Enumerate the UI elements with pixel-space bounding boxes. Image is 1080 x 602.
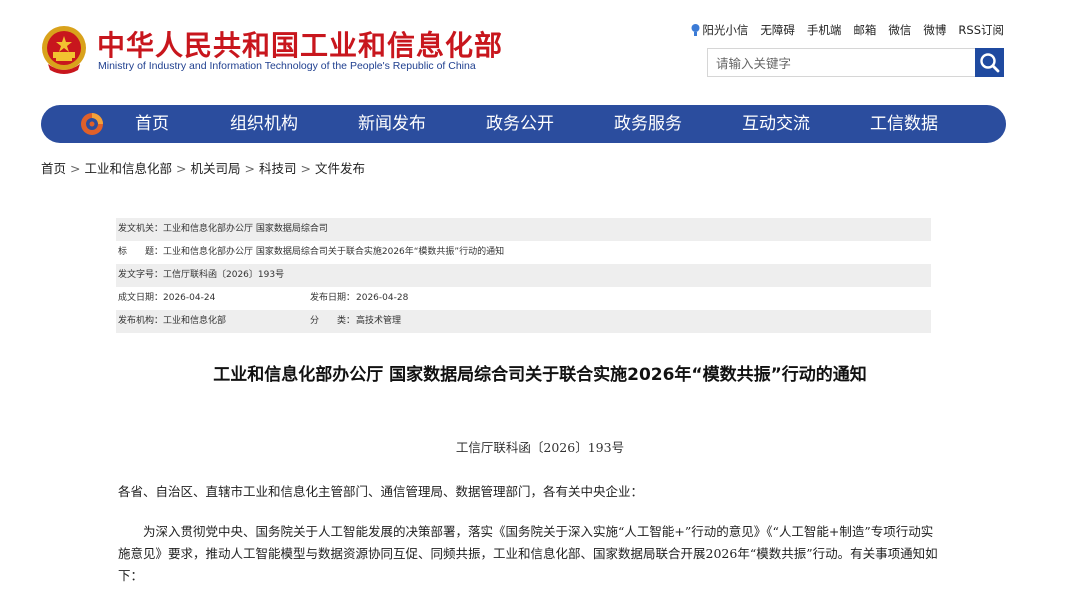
chevron-right-icon: > bbox=[300, 161, 311, 176]
info-value: 工业和信息化部办公厅 国家数据局综合司 bbox=[163, 224, 328, 234]
chevron-right-icon: > bbox=[176, 161, 187, 176]
article-salutation: 各省、自治区、直辖市工业和信息化主管部门、通信管理局、数据管理部门，各有关中央企… bbox=[118, 484, 644, 499]
chevron-right-icon: > bbox=[70, 161, 81, 176]
search-button[interactable] bbox=[975, 48, 1004, 77]
nav-news[interactable]: 新闻发布 bbox=[358, 105, 426, 143]
info-row-dates: 成文日期： 2026-04-24 发布日期： 2026-04-28 bbox=[116, 287, 931, 310]
toplink-mail[interactable]: 邮箱 bbox=[853, 22, 876, 38]
toplink-label: 阳光小信 bbox=[702, 23, 749, 37]
toplink-mobile[interactable]: 手机端 bbox=[807, 22, 842, 38]
search-icon bbox=[980, 53, 1000, 73]
toplink-weibo[interactable]: 微博 bbox=[923, 22, 946, 38]
info-label: 发布机构： bbox=[118, 316, 164, 326]
search-box bbox=[707, 48, 1004, 78]
info-label: 发布日期： bbox=[310, 293, 356, 303]
nav-data[interactable]: 工信数据 bbox=[870, 105, 938, 143]
article-paragraph: 为深入贯彻党中央、国务院关于人工智能发展的决策部署，落实《国务院关于深入实施“人… bbox=[118, 521, 938, 587]
site-subtitle: Ministry of Industry and Information Tec… bbox=[98, 60, 476, 72]
site-title: 中华人民共和国工业和信息化部 bbox=[97, 29, 504, 62]
miit-logo-icon bbox=[79, 111, 105, 137]
breadcrumb-departments[interactable]: 机关司局 bbox=[191, 161, 241, 176]
toplink-sunshine[interactable]: 阳光小信 bbox=[691, 22, 748, 38]
main-nav: 首页 组织机构 新闻发布 政务公开 政务服务 互动交流 工信数据 bbox=[41, 105, 1006, 143]
info-row-issuer: 发文机关： 工业和信息化部办公厅 国家数据局综合司 bbox=[116, 218, 931, 241]
nav-organization[interactable]: 组织机构 bbox=[230, 105, 298, 143]
article-doc-number: 工信厅联科函〔2026〕193号 bbox=[455, 440, 625, 455]
breadcrumb-home[interactable]: 首页 bbox=[41, 161, 66, 176]
top-links: 阳光小信 无障碍 手机端 邮箱 微信 微博 RSS订阅 bbox=[691, 22, 1004, 38]
info-label: 分 类： bbox=[310, 316, 356, 326]
breadcrumb-sci-tech[interactable]: 科技司 bbox=[259, 161, 297, 176]
info-value: 2026-04-24 bbox=[163, 293, 216, 303]
breadcrumb-documents[interactable]: 文件发布 bbox=[315, 161, 365, 176]
toplink-rss[interactable]: RSS订阅 bbox=[958, 22, 1004, 38]
info-row-org: 发布机构： 工业和信息化部 分 类： 高技术管理 bbox=[116, 310, 931, 333]
document-info-table: 发文机关： 工业和信息化部办公厅 国家数据局综合司 标 题： 工业和信息化部办公… bbox=[116, 218, 931, 333]
toplink-wechat[interactable]: 微信 bbox=[888, 22, 911, 38]
info-value: 2026-04-28 bbox=[356, 293, 409, 303]
nav-home[interactable]: 首页 bbox=[135, 105, 169, 143]
mascot-icon bbox=[691, 24, 700, 36]
paragraph-line: 下： bbox=[118, 568, 144, 583]
info-value: 工业和信息化部 bbox=[163, 316, 227, 326]
info-value: 工信厅联科函〔2026〕193号 bbox=[163, 270, 285, 280]
article-title: 工业和信息化部办公厅 国家数据局综合司关于联合实施2026年“模数共振”行动的通… bbox=[213, 365, 867, 385]
toplink-accessibility[interactable]: 无障碍 bbox=[760, 22, 795, 38]
info-row-docno: 发文字号： 工信厅联科函〔2026〕193号 bbox=[116, 264, 931, 287]
info-label: 标 题： bbox=[118, 247, 164, 257]
info-label: 发文机关： bbox=[118, 224, 164, 234]
info-value: 高技术管理 bbox=[356, 316, 402, 326]
nav-gov-services[interactable]: 政务服务 bbox=[614, 105, 682, 143]
breadcrumb-ministry[interactable]: 工业和信息化部 bbox=[85, 161, 173, 176]
breadcrumb: 首页 > 工业和信息化部 > 机关司局 > 科技司 > 文件发布 bbox=[41, 158, 365, 177]
paragraph-line: 为深入贯彻党中央、国务院关于人工智能发展的决策部署，落实《国务院关于深入实施“人… bbox=[118, 524, 934, 539]
paragraph-line: 施意见》要求，推动人工智能模型与数据资源协同互促、同频共振，工业和信息化部、国家… bbox=[118, 546, 938, 561]
info-label: 发文字号： bbox=[118, 270, 164, 280]
nav-interaction[interactable]: 互动交流 bbox=[742, 105, 810, 143]
search-input[interactable] bbox=[708, 49, 983, 78]
chevron-right-icon: > bbox=[244, 161, 255, 176]
info-label: 成文日期： bbox=[118, 293, 164, 303]
nav-gov-affairs[interactable]: 政务公开 bbox=[486, 105, 554, 143]
national-emblem-icon bbox=[40, 24, 88, 76]
info-value: 工业和信息化部办公厅 国家数据局综合司关于联合实施2026年“模数共振”行动的通… bbox=[163, 247, 505, 257]
info-row-title: 标 题： 工业和信息化部办公厅 国家数据局综合司关于联合实施2026年“模数共振… bbox=[116, 241, 931, 264]
